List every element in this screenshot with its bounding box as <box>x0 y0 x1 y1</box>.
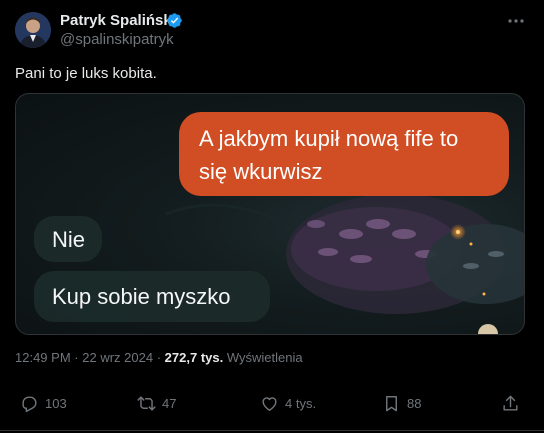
message-text: Nie <box>52 227 86 252</box>
separator: · <box>74 350 79 365</box>
views-label: Wyświetlenia <box>226 350 303 365</box>
like-icon <box>262 396 277 411</box>
bookmark-count: 88 <box>407 395 422 411</box>
author-name[interactable]: Patryk Spaliński <box>60 12 176 29</box>
reply-button[interactable]: 103 <box>20 392 67 414</box>
like-button[interactable]: 4 tys. <box>260 392 316 414</box>
reply-count: 103 <box>45 395 67 411</box>
message-bubble-incoming: Kup sobie myszko <box>34 271 270 322</box>
message-text: się wkurwisz <box>199 159 323 184</box>
action-bar: 103 47 4 tys. 88 <box>0 388 544 420</box>
message-bubble-outgoing: A jakbym kupił nową fife to się wkurwisz <box>179 112 509 196</box>
separator: · <box>156 350 162 365</box>
message-bubble-incoming: Nie <box>34 216 102 262</box>
retweet-icon <box>137 395 156 411</box>
tweet-time[interactable]: 12:49 PM <box>15 350 71 365</box>
message-text: A jakbym kupił nową fife to <box>199 126 459 151</box>
avatar[interactable] <box>15 12 51 48</box>
tweet-date[interactable]: 22 wrz 2024 <box>82 350 153 365</box>
bookmark-button[interactable]: 88 <box>382 392 421 414</box>
verified-badge-icon <box>167 13 182 28</box>
views-count: 272,7 tys. <box>164 350 224 365</box>
author-handle[interactable]: @spalinskipatryk <box>60 31 174 48</box>
tweet-meta: 12:49 PM · 22 wrz 2024 · 272,7 tys. Wyśw… <box>15 350 303 365</box>
share-icon <box>503 395 518 411</box>
reply-icon <box>22 395 37 412</box>
message-text: Kup sobie myszko <box>52 284 231 309</box>
tweet: Patryk Spaliński @spalinskipatryk Pani t… <box>0 0 544 433</box>
tweet-text: Pani to je luks kobita. <box>15 65 157 82</box>
like-count: 4 tys. <box>285 395 317 411</box>
divider <box>0 430 544 431</box>
bookmark-icon <box>386 395 397 411</box>
retweet-count: 47 <box>162 395 177 411</box>
share-button[interactable] <box>501 392 526 414</box>
retweet-button[interactable]: 47 <box>137 392 176 414</box>
more-icon[interactable] <box>506 14 526 28</box>
media-image[interactable]: A jakbym kupił nową fife to się wkurwisz… <box>15 93 525 335</box>
